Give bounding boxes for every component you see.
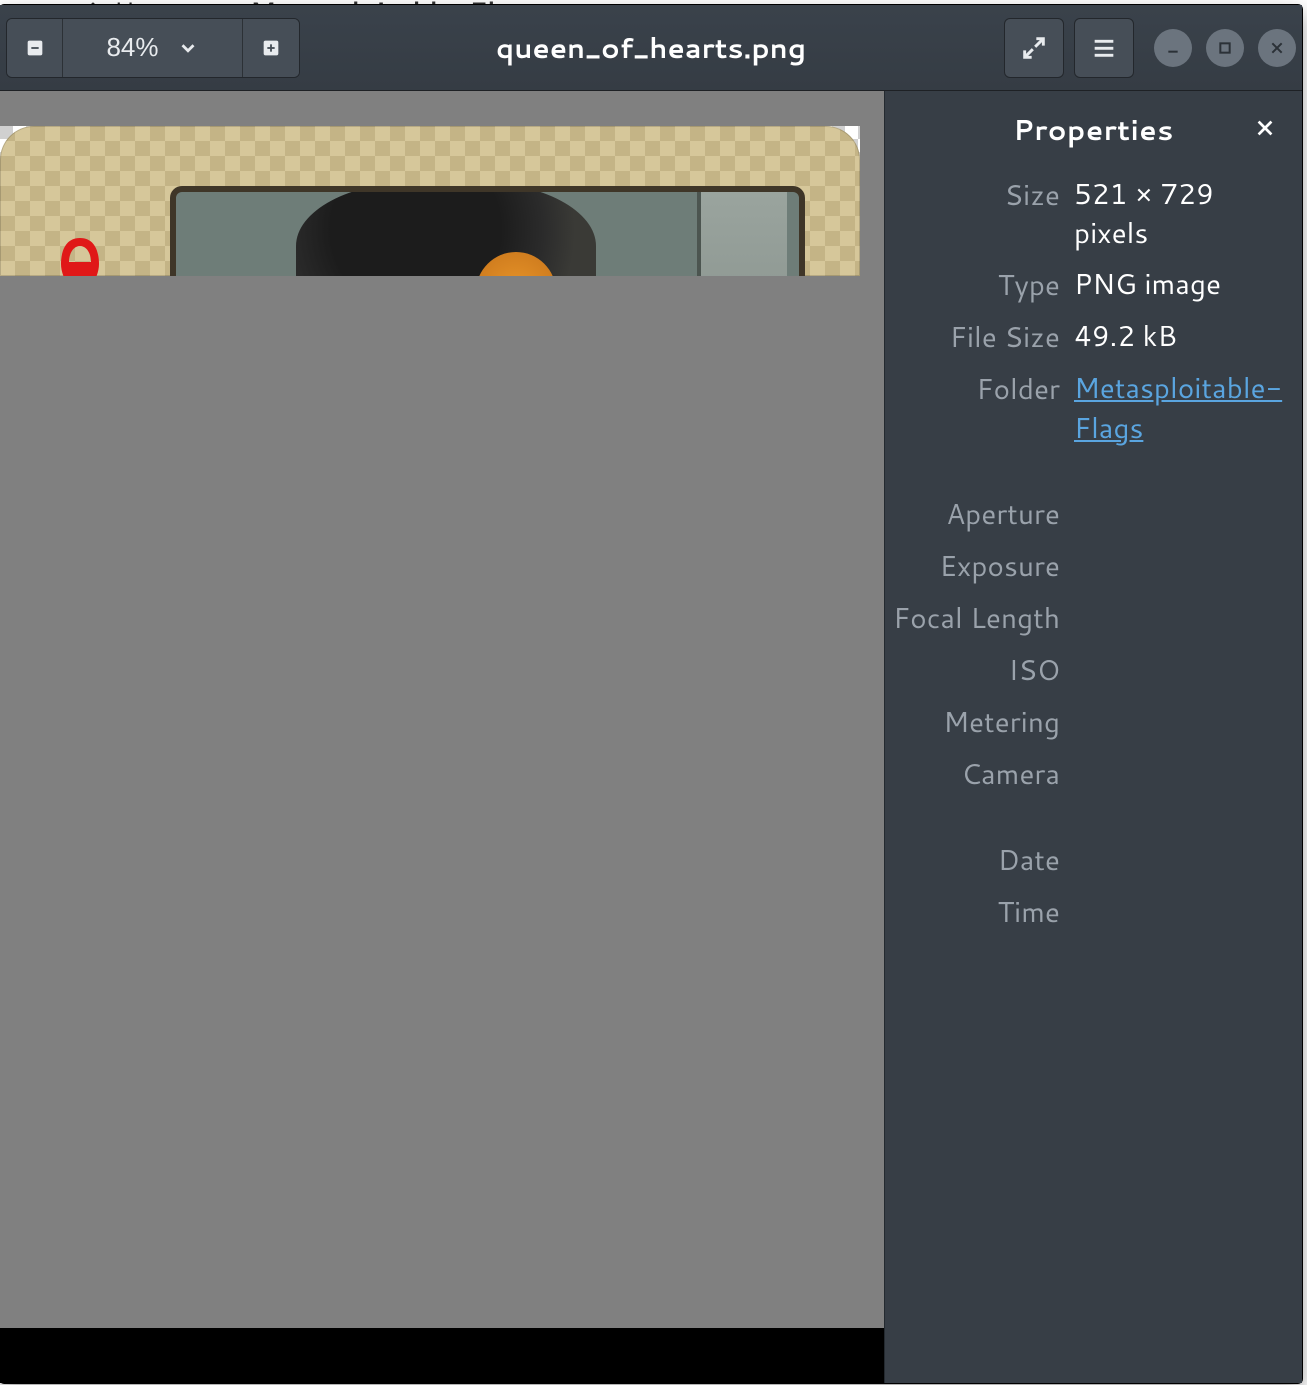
chevron-down-icon — [177, 37, 199, 59]
zoom-out-button[interactable] — [7, 19, 63, 77]
minimize-icon — [1165, 40, 1181, 56]
prop-key: Date — [885, 840, 1060, 880]
prop-key: Folder — [885, 369, 1060, 409]
prop-val: Metasploitable-Flags — [1074, 369, 1284, 447]
prop-key: Focal Length — [885, 598, 1060, 638]
prop-val: 49.2 kB — [1074, 317, 1284, 356]
zoom-level-label: 84% — [106, 32, 158, 63]
prop-key: Size — [885, 175, 1060, 215]
prop-row-metering: Metering — [885, 696, 1284, 748]
close-icon — [1269, 40, 1285, 56]
prop-row-time: Time — [885, 886, 1284, 938]
image-canvas[interactable] — [0, 91, 884, 1383]
plus-icon — [260, 37, 282, 59]
prop-key: Exposure — [885, 546, 1060, 586]
properties-title: Properties — [1013, 110, 1173, 150]
prop-key: Time — [885, 892, 1060, 932]
maximize-button[interactable] — [1206, 29, 1244, 67]
close-button[interactable] — [1258, 29, 1296, 67]
prop-key: File Size — [885, 317, 1060, 357]
canvas-bottom-bar — [0, 1328, 884, 1383]
prop-row-iso: ISO — [885, 644, 1284, 696]
image-viewer-window: 84% queen_of_hearts.png — [0, 5, 1302, 1383]
canvas-background — [0, 91, 884, 1383]
folder-link[interactable]: Metasploitable-Flags — [1074, 368, 1282, 447]
prop-val: 521 × 729 pixels — [1074, 175, 1284, 253]
prop-key: Camera — [885, 754, 1060, 794]
headerbar: 84% queen_of_hearts.png — [0, 5, 1302, 91]
zoom-level-dropdown[interactable]: 84% — [63, 19, 243, 77]
minus-icon — [24, 37, 46, 59]
image-inner-frame — [170, 186, 805, 276]
body: Properties Size 521 × 729 pixels Type PN… — [0, 91, 1302, 1383]
prop-row-size: Size 521 × 729 pixels — [885, 169, 1284, 259]
prop-key: ISO — [885, 650, 1060, 690]
prop-key: Aperture — [885, 494, 1060, 534]
card-suit-mark — [55, 236, 105, 276]
properties-header: Properties — [885, 91, 1302, 169]
prop-row-type: Type PNG image — [885, 259, 1284, 311]
window-title: queen_of_hearts.png — [496, 28, 806, 68]
prop-key: Metering — [885, 702, 1060, 742]
prop-row-folder: Folder Metasploitable-Flags — [885, 363, 1284, 453]
fullscreen-icon — [1020, 34, 1048, 62]
fullscreen-button[interactable] — [1004, 18, 1064, 78]
prop-row-date: Date — [885, 834, 1284, 886]
maximize-icon — [1217, 40, 1233, 56]
zoom-controls: 84% — [6, 18, 300, 78]
prop-row-exposure: Exposure — [885, 540, 1284, 592]
close-icon — [1254, 117, 1276, 139]
prop-row-aperture: Aperture — [885, 488, 1284, 540]
headerbar-right — [1004, 18, 1296, 78]
hamburger-icon — [1090, 34, 1118, 62]
image-detail-dark — [296, 186, 596, 276]
prop-row-focal: Focal Length — [885, 592, 1284, 644]
image-detail-door — [697, 192, 787, 276]
prop-key: Type — [885, 265, 1060, 305]
prop-row-camera: Camera — [885, 748, 1284, 800]
properties-panel: Properties Size 521 × 729 pixels Type PN… — [884, 91, 1302, 1383]
prop-val: PNG image — [1074, 265, 1284, 304]
minimize-button[interactable] — [1154, 29, 1192, 67]
image-content — [0, 126, 860, 276]
zoom-in-button[interactable] — [243, 19, 299, 77]
properties-list: Size 521 × 729 pixels Type PNG image Fil… — [885, 169, 1302, 938]
properties-close-button[interactable] — [1250, 113, 1280, 143]
window-controls — [1154, 29, 1296, 67]
prop-row-filesize: File Size 49.2 kB — [885, 311, 1284, 363]
menu-button[interactable] — [1074, 18, 1134, 78]
